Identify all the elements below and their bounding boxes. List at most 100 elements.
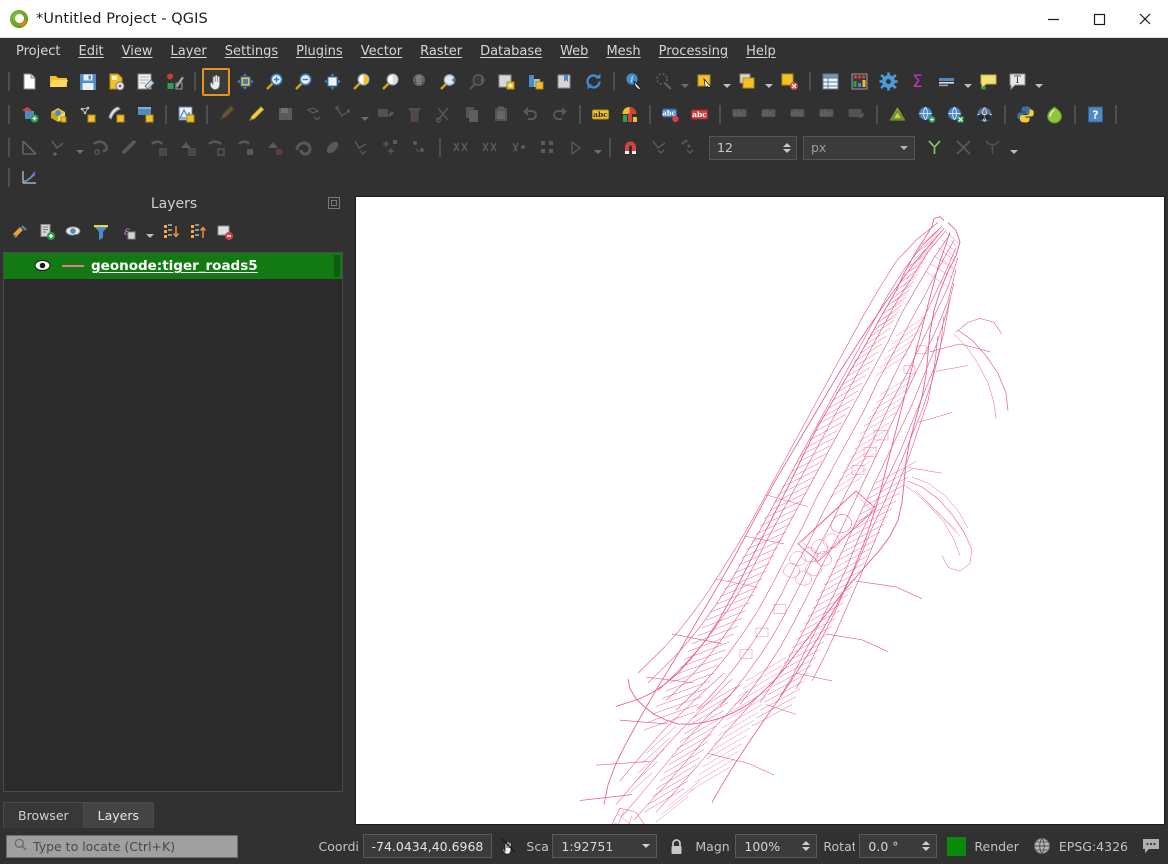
- zoom-out-icon[interactable]: [290, 68, 317, 95]
- fill-ring-icon[interactable]: [319, 134, 346, 161]
- magnifier-spinbox[interactable]: 100%: [735, 834, 817, 858]
- zoom-layer-icon[interactable]: [377, 68, 404, 95]
- rotate-point-symbols-icon[interactable]: [377, 134, 404, 161]
- add-wfs-layer-icon[interactable]: [942, 101, 969, 128]
- layer-tree[interactable]: geonode:tiger_roads5: [3, 252, 343, 792]
- diagram-icon[interactable]: [616, 101, 643, 128]
- copy-features-icon[interactable]: [459, 101, 486, 128]
- layout-manager-icon[interactable]: [933, 68, 960, 95]
- measure-icon[interactable]: [650, 68, 677, 95]
- new-map-view-icon[interactable]: [493, 68, 520, 95]
- menu-settings[interactable]: Settings: [216, 42, 287, 61]
- add-delimited-text-layer-icon[interactable]: [884, 101, 911, 128]
- plugin-manager-icon[interactable]: [1041, 101, 1068, 128]
- select-value-icon[interactable]: [776, 68, 803, 95]
- crs-label[interactable]: EPSG:4326: [1059, 839, 1128, 854]
- add-polygon-feature-icon[interactable]: [45, 134, 72, 161]
- spinner-arrows[interactable]: [783, 143, 791, 153]
- zoom-full-icon[interactable]: [319, 68, 346, 95]
- magnet-snapping-icon[interactable]: [617, 134, 644, 161]
- merge-attributes-icon[interactable]: [232, 134, 259, 161]
- refresh-icon[interactable]: [580, 68, 607, 95]
- change-label-icon[interactable]: [843, 101, 870, 128]
- new-spatialite-layer-icon[interactable]: [74, 101, 101, 128]
- delete-part-icon[interactable]: [261, 134, 288, 161]
- chevron-down-icon[interactable]: [678, 68, 691, 95]
- attribute-table-icon[interactable]: [817, 68, 844, 95]
- add-wms-layer-icon[interactable]: [913, 101, 940, 128]
- rotate-feature-icon[interactable]: [476, 134, 503, 161]
- pin-labels-icon[interactable]: abc: [727, 101, 754, 128]
- undo-icon[interactable]: [517, 101, 544, 128]
- new-geopackage-layer-icon[interactable]: [45, 101, 72, 128]
- show-hide-labels-icon[interactable]: abc: [756, 101, 783, 128]
- chevron-down-icon[interactable]: [73, 134, 86, 161]
- simplify-feature-icon[interactable]: [348, 134, 375, 161]
- reshape-features-icon[interactable]: [87, 134, 114, 161]
- add-feature-icon[interactable]: [301, 101, 328, 128]
- collapse-all-icon[interactable]: [186, 220, 210, 244]
- lock-icon[interactable]: [665, 835, 687, 857]
- chevron-down-icon[interactable]: [961, 68, 974, 95]
- snap-units-combo[interactable]: px: [803, 136, 915, 160]
- cut-features-icon[interactable]: [430, 101, 457, 128]
- filter-legend-by-expression-icon[interactable]: ε: [116, 220, 140, 244]
- identify-features-icon[interactable]: i: [621, 68, 648, 95]
- expand-all-icon[interactable]: [159, 220, 183, 244]
- menu-processing[interactable]: Processing: [650, 42, 737, 61]
- menu-edit[interactable]: Edit: [69, 42, 112, 61]
- merge-features-icon[interactable]: [203, 134, 230, 161]
- toggle-editing-icon[interactable]: [243, 101, 270, 128]
- menu-vector[interactable]: Vector: [352, 42, 411, 61]
- render-checkbox[interactable]: [947, 837, 966, 856]
- statistics-icon[interactable]: [846, 68, 873, 95]
- new-memory-layer-icon[interactable]: [103, 101, 130, 128]
- maximize-icon[interactable]: [1076, 0, 1122, 38]
- menu-mesh[interactable]: Mesh: [597, 42, 649, 61]
- style-manager-icon[interactable]: [161, 68, 188, 95]
- layer-tree-item-tiger-roads5[interactable]: geonode:tiger_roads5: [4, 253, 342, 279]
- eye-icon[interactable]: [34, 258, 51, 277]
- self-snapping-icon[interactable]: [921, 134, 948, 161]
- split-features-icon[interactable]: [145, 134, 172, 161]
- avoid-overlap-icon[interactable]: [675, 134, 702, 161]
- metasearch-icon[interactable]: [971, 101, 998, 128]
- menu-database[interactable]: Database: [471, 42, 551, 61]
- minimize-icon[interactable]: [1030, 0, 1076, 38]
- vertex-tool-all-icon[interactable]: [563, 134, 590, 161]
- pan-to-selection-icon[interactable]: [232, 68, 259, 95]
- tab-browser[interactable]: Browser: [3, 802, 84, 828]
- delete-selected-icon[interactable]: [401, 101, 428, 128]
- new-shapefile-layer-icon[interactable]: [16, 101, 43, 128]
- select-features-icon[interactable]: [692, 68, 719, 95]
- new-3d-map-view-icon[interactable]: [522, 68, 549, 95]
- save-project-icon[interactable]: [74, 68, 101, 95]
- float-dock-icon[interactable]: [328, 197, 340, 209]
- pan-map-icon[interactable]: [202, 68, 230, 96]
- save-layer-edits-icon[interactable]: [272, 101, 299, 128]
- zoom-selection-icon[interactable]: [348, 68, 375, 95]
- text-annotation-icon[interactable]: T: [1004, 68, 1031, 95]
- snap-crossing-icon[interactable]: [979, 134, 1006, 161]
- scale-combo[interactable]: 1:92751: [552, 834, 657, 858]
- paste-features-icon[interactable]: [488, 101, 515, 128]
- zoom-native-icon[interactable]: 1:1: [406, 68, 433, 95]
- deselect-icon[interactable]: [734, 68, 761, 95]
- menu-view[interactable]: View: [113, 42, 162, 61]
- spinner-arrows[interactable]: [922, 841, 930, 851]
- toggle-unplaced-labels-icon[interactable]: abc: [686, 101, 713, 128]
- filter-legend-icon[interactable]: [89, 220, 113, 244]
- menu-raster[interactable]: Raster: [411, 42, 471, 61]
- zoom-in-icon[interactable]: [261, 68, 288, 95]
- scale-feature-icon[interactable]: [505, 134, 532, 161]
- vertex-tool-icon[interactable]: [330, 101, 357, 128]
- python-console-icon[interactable]: [1012, 101, 1039, 128]
- coordinate-field[interactable]: -74.0434,40.6968: [363, 834, 493, 858]
- current-edits-icon[interactable]: [214, 101, 241, 128]
- new-project-icon[interactable]: [16, 68, 43, 95]
- show-bookmarks-icon[interactable]: [551, 68, 578, 95]
- save-project-as-icon[interactable]: [103, 68, 130, 95]
- chevron-down-icon[interactable]: [143, 221, 156, 243]
- snap-intersection-icon[interactable]: [950, 134, 977, 161]
- chevron-down-icon[interactable]: [720, 68, 733, 95]
